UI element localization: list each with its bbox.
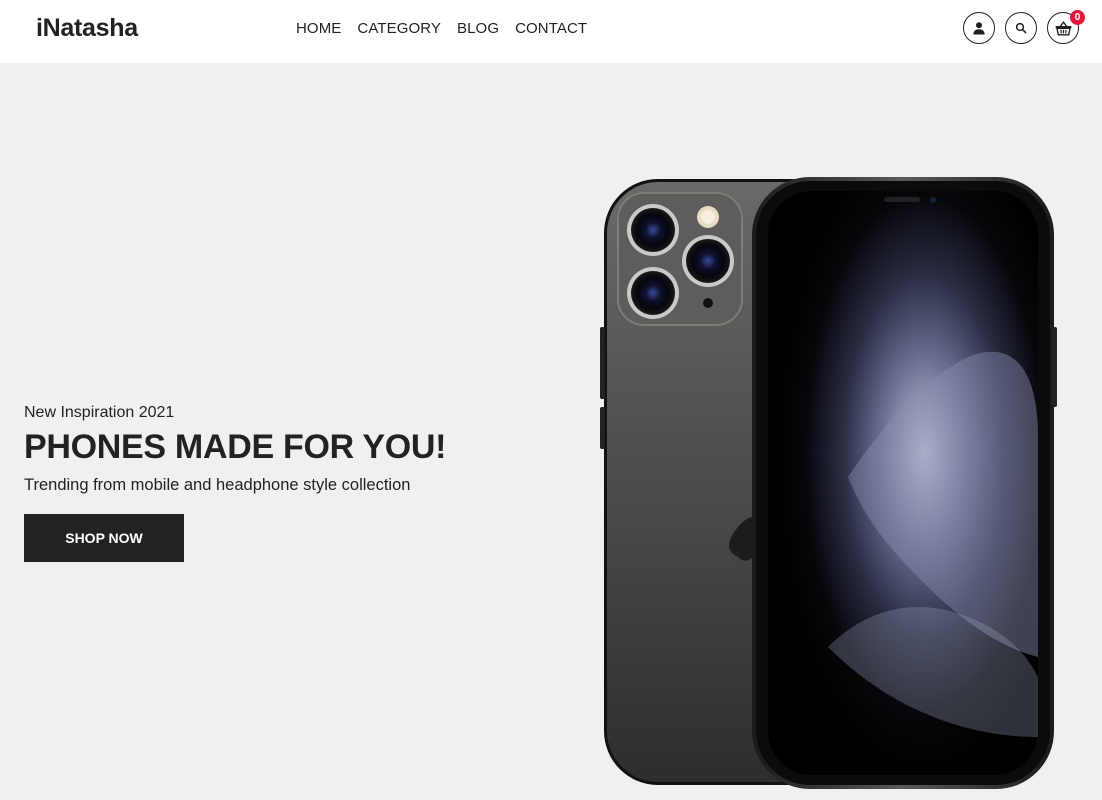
nav-contact[interactable]: CONTACT	[515, 20, 587, 37]
basket-icon	[1055, 20, 1071, 35]
account-button[interactable]	[963, 12, 995, 44]
user-icon	[973, 22, 985, 35]
main-nav: HOME CATEGORY BLOG CONTACT	[296, 20, 587, 37]
cart-button[interactable]: 0	[1047, 10, 1085, 44]
smartphone-image	[600, 177, 1057, 789]
search-icon	[1015, 22, 1027, 34]
site-logo[interactable]: iNatasha	[36, 14, 138, 43]
hero-banner: New Inspiration 2021 PHONES MADE FOR YOU…	[0, 63, 1102, 800]
nav-category[interactable]: CATEGORY	[357, 20, 441, 37]
cart-count-badge: 0	[1070, 10, 1085, 25]
search-button[interactable]	[1005, 12, 1037, 44]
hero-eyebrow: New Inspiration 2021	[24, 404, 175, 421]
nav-home[interactable]: HOME	[296, 20, 341, 37]
shop-now-button[interactable]: SHOP NOW	[24, 514, 184, 562]
site-header: iNatasha HOME CATEGORY BLOG CONTACT 0	[0, 0, 1102, 63]
hero-headline: PHONES MADE FOR YOU!	[24, 428, 447, 466]
hero-subline: Trending from mobile and headphone style…	[24, 476, 411, 494]
nav-blog[interactable]: BLOG	[457, 20, 499, 37]
